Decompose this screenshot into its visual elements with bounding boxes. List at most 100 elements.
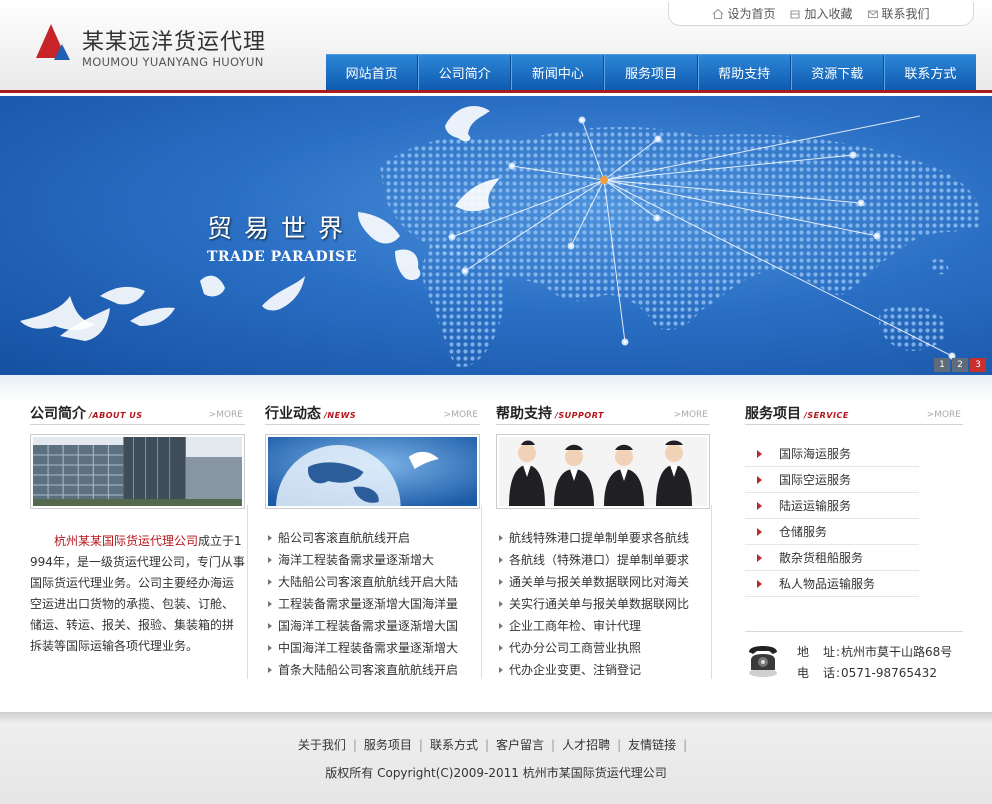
about-title: 公司简介 [30, 406, 86, 422]
globe-image [268, 437, 477, 506]
set-homepage-label: 设为首页 [727, 7, 776, 21]
content-area: 公司简介/ABOUT US >MORE 杭州某某国际货运代理公司成立于1994年… [0, 375, 992, 712]
support-item[interactable]: 通关单与报关单数据联网比对海关 [496, 571, 710, 593]
service-item[interactable]: 国际空运服务 [745, 467, 919, 493]
support-list: 航线特殊港口提单制单要求各航线 各航线（特殊港口）提单制单要求 通关单与报关单数… [496, 527, 710, 681]
about-header: 公司简介/ABOUT US >MORE [30, 403, 245, 425]
footer-link-friends[interactable]: 友情链接 [628, 738, 676, 752]
about-title-en: /ABOUT US [89, 411, 143, 420]
site-name-en: MOUMOU YUANYANG HUOYUN [82, 55, 264, 69]
slide-indicator-3[interactable]: 3 [970, 358, 986, 372]
divider [481, 505, 482, 679]
nav-about[interactable]: 公司简介 [418, 55, 512, 90]
news-item[interactable]: 海洋工程装备需求量逐渐增大 [265, 549, 480, 571]
footer-link-contact[interactable]: 联系方式 [430, 738, 478, 752]
support-item[interactable]: 企业工商年检、审计代理 [496, 615, 710, 637]
top-links: 设为首页 加入收藏 联系我们 [668, 2, 974, 26]
home-icon [713, 8, 724, 19]
slogan-en: TRADE PARADISE [207, 249, 357, 265]
phone-label: 电 话: [797, 666, 842, 680]
support-title-en: /SUPPORT [555, 411, 604, 420]
services-header: 服务项目/SERVICE >MORE [745, 403, 963, 425]
news-section: 行业动态/NEWS >MORE 船公司客滚直航航线开启 海洋工程装备需求量逐渐增… [265, 403, 480, 681]
set-homepage-link[interactable]: 设为首页 [712, 5, 775, 22]
support-more-link[interactable]: >MORE [674, 410, 708, 420]
contact-us-link[interactable]: 联系我们 [867, 5, 930, 22]
news-item[interactable]: 船公司客滚直航航线开启 [265, 527, 480, 549]
support-image[interactable] [496, 434, 710, 509]
divider [711, 505, 712, 679]
support-item[interactable]: 代办分公司工商营业执照 [496, 637, 710, 659]
banner-slogan: 贸易世界 TRADE PARADISE [207, 209, 357, 265]
support-title: 帮助支持 [496, 406, 552, 422]
service-item[interactable]: 陆运运输服务 [745, 493, 919, 519]
support-item[interactable]: 航线特殊港口提单制单要求各航线 [496, 527, 710, 549]
about-section: 公司简介/ABOUT US >MORE 杭州某某国际货运代理公司成立于1994年… [30, 403, 245, 657]
services-more-link[interactable]: >MORE [927, 410, 961, 420]
service-item[interactable]: 仓储服务 [745, 519, 919, 545]
site-name: 某某远洋货运代理 [82, 30, 267, 55]
about-more-link[interactable]: >MORE [209, 410, 243, 420]
header: 某某远洋货运代理 MOUMOU YUANYANG HUOYUN 设为首页 加入收… [0, 0, 992, 93]
support-item[interactable]: 代办企业变更、注销登记 [496, 659, 710, 681]
nav-services[interactable]: 服务项目 [604, 55, 698, 90]
support-item[interactable]: 关实行通关单与报关单数据联网比 [496, 593, 710, 615]
support-item[interactable]: 各航线（特殊港口）提单制单要求 [496, 549, 710, 571]
slogan-cn: 贸易世界 [207, 214, 356, 243]
news-more-link[interactable]: >MORE [444, 410, 478, 420]
contact-info: 地 址:杭州市莫干山路68号 电 话:0571-98765432 [745, 631, 963, 684]
slide-indicator-2[interactable]: 2 [952, 358, 968, 372]
banner: 贸易世界 TRADE PARADISE 1 2 3 [0, 96, 992, 375]
services-title: 服务项目 [745, 406, 801, 422]
add-favorite-label: 加入收藏 [804, 7, 853, 21]
support-header: 帮助支持/SUPPORT >MORE [496, 403, 710, 425]
footer-separator: | [617, 738, 622, 752]
nav-contact[interactable]: 联系方式 [883, 55, 976, 90]
footer-link-careers[interactable]: 人才招聘 [562, 738, 610, 752]
news-title-en: /NEWS [324, 411, 357, 420]
news-image[interactable] [265, 434, 480, 509]
news-list: 船公司客滚直航航线开启 海洋工程装备需求量逐渐增大 大陆船公司客滚直航航线开启大… [265, 527, 480, 681]
logo[interactable] [36, 24, 72, 64]
slide-indicators: 1 2 3 [934, 358, 986, 372]
add-favorite-link[interactable]: 加入收藏 [789, 5, 853, 22]
about-description: 成立于1994年，是一级货运代理公司，专门从事国际货运代理业务。公司主要经办海运… [30, 534, 245, 653]
phone-row: 电 话:0571-98765432 [797, 663, 963, 684]
nav-support[interactable]: 帮助支持 [697, 55, 791, 90]
business-team-image [499, 437, 707, 506]
footer-links: 关于我们 | 服务项目 | 联系方式 | 客户留言 | 人才招聘 | 友情链接 | [0, 736, 992, 753]
news-item[interactable]: 国海洋工程装备需求量逐渐增大国 [265, 615, 480, 637]
news-item[interactable]: 大陆船公司客滚直航航线开启大陆 [265, 571, 480, 593]
address-label: 地 址: [797, 645, 842, 659]
phone-value: 0571-98765432 [841, 666, 937, 680]
news-item[interactable]: 首条大陆船公司客滚直航航线开启 [265, 659, 480, 681]
footer-link-guestbook[interactable]: 客户留言 [496, 738, 544, 752]
news-item[interactable]: 中国海洋工程装备需求量逐渐增大 [265, 637, 480, 659]
service-item[interactable]: 国际海运服务 [745, 441, 919, 467]
service-item[interactable]: 私人物品运输服务 [745, 571, 919, 597]
news-item[interactable]: 工程装备需求量逐渐增大国海洋量 [265, 593, 480, 615]
address-value: 杭州市莫干山路68号 [841, 645, 953, 659]
nav-news[interactable]: 新闻中心 [511, 55, 605, 90]
copyright: 版权所有 Copyright(C)2009-2011 杭州市某国际货运代理公司 [325, 766, 667, 780]
service-item[interactable]: 散杂货租船服务 [745, 545, 919, 571]
logo-blue-triangle [54, 44, 70, 60]
nav-home[interactable]: 网站首页 [326, 55, 419, 90]
about-image[interactable] [30, 434, 245, 509]
about-text: 杭州某某国际货运代理公司成立于1994年，是一级货运代理公司，专门从事国际货运代… [30, 531, 245, 657]
news-title: 行业动态 [265, 406, 321, 422]
main-nav: 网站首页 公司简介 新闻中心 服务项目 帮助支持 资源下载 联系方式 [326, 54, 976, 90]
footer-link-about[interactable]: 关于我们 [298, 738, 346, 752]
building-image [33, 437, 242, 506]
contact-us-label: 联系我们 [881, 7, 930, 21]
address-row: 地 址:杭州市莫干山路68号 [797, 642, 963, 663]
favorite-icon [790, 9, 801, 19]
footer-separator: | [683, 738, 688, 752]
services-list: 国际海运服务 国际空运服务 陆运运输服务 仓储服务 散杂货租船服务 私人物品运输… [745, 441, 963, 597]
slide-indicator-1[interactable]: 1 [934, 358, 950, 372]
support-section: 帮助支持/SUPPORT >MORE 航线特殊港口提单制单要求各航线 各航线（特… [496, 403, 710, 681]
telephone-icon [749, 646, 777, 677]
footer-link-services[interactable]: 服务项目 [364, 738, 412, 752]
company-name-link[interactable]: 杭州某某国际货运代理公司 [54, 534, 198, 548]
nav-downloads[interactable]: 资源下载 [790, 55, 884, 90]
